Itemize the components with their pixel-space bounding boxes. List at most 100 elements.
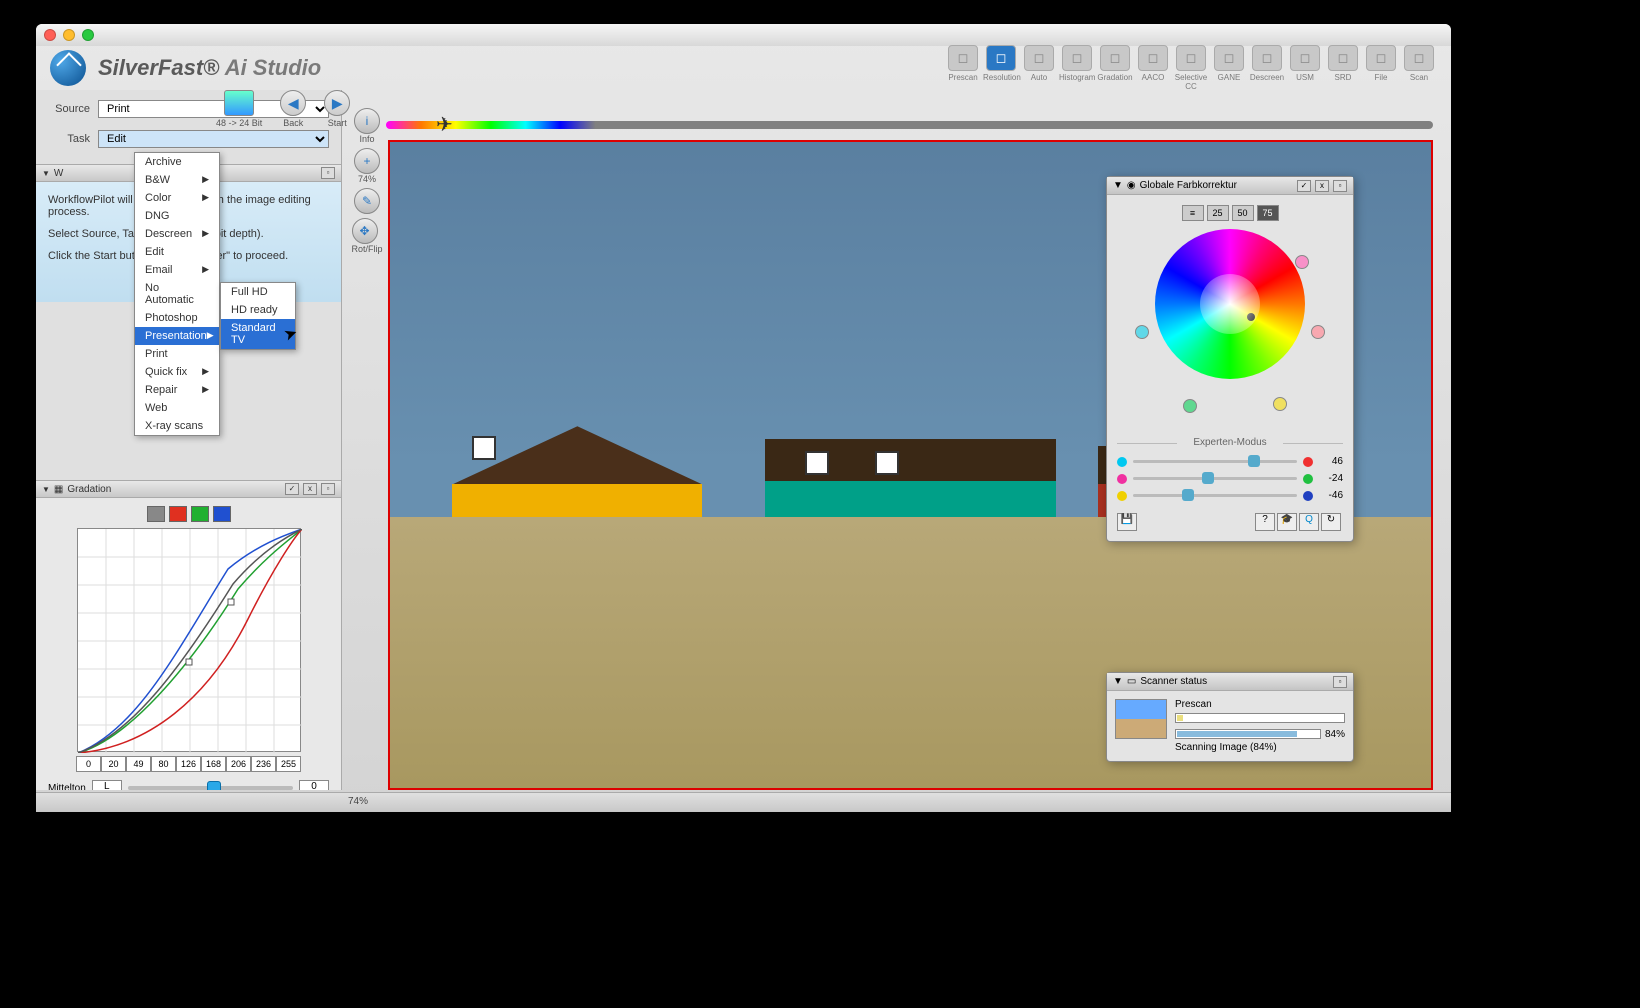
gradation-num[interactable]: 80 [151,756,176,772]
mittelton-slider[interactable] [128,786,293,790]
gcc-tab-≡[interactable]: ≡ [1182,205,1204,221]
color-wheel[interactable] [1155,229,1305,379]
swatch-green[interactable] [191,506,209,522]
gradation-num[interactable]: 0 [76,756,101,772]
menu-item-dng[interactable]: DNG [135,207,219,225]
handle-red[interactable] [1311,325,1325,339]
titlebar[interactable] [36,24,1451,46]
gcc-preset-tabs[interactable]: ≡255075 [1117,205,1343,221]
toolbar-auto[interactable]: ◻Auto [1021,45,1057,91]
swatch-blue[interactable] [213,506,231,522]
toolbar-scan[interactable]: ◻Scan [1401,45,1437,91]
toolbar-prescan[interactable]: ◻Prescan [945,45,981,91]
menu-item-b&w[interactable]: B&W▶ [135,171,219,189]
toolbar-file[interactable]: ◻File [1363,45,1399,91]
gradation-num[interactable]: 236 [251,756,276,772]
menu-item-repair[interactable]: Repair▶ [135,381,219,399]
toolbar-usm[interactable]: ◻USM [1287,45,1323,91]
toolbar-selective-cc[interactable]: ◻Selective CC [1173,45,1209,91]
bitdepth-indicator: 48 -> 24 Bit [216,90,262,128]
vtool-✎[interactable]: ✎ [354,188,380,214]
statusbar: 74% [36,792,1451,812]
back-button[interactable]: ◀Back [280,90,306,128]
menu-item-no-automatic[interactable]: No Automatic [135,279,219,309]
menu-item-archive[interactable]: Archive [135,153,219,171]
submenu-item-full-hd[interactable]: Full HD [221,283,295,301]
menu-item-photoshop[interactable]: Photoshop [135,309,219,327]
vtool-Info[interactable]: iInfo [354,108,380,144]
quicktime-icon[interactable]: Q [1299,513,1319,531]
task-submenu[interactable]: Full HDHD readyStandard TV [220,282,296,350]
disclosure-icon[interactable]: ▼ [42,485,50,494]
menu-item-presentation[interactable]: Presentation▶ [135,327,219,345]
gradation-num[interactable]: 168 [201,756,226,772]
maximize-icon[interactable] [82,29,94,41]
expand-icon[interactable]: ▫ [321,483,335,495]
close-icon[interactable] [44,29,56,41]
toolbar-aaco[interactable]: ◻AACO [1135,45,1171,91]
menu-item-web[interactable]: Web [135,399,219,417]
expand-icon[interactable]: ▫ [1333,180,1347,192]
toolbar-gradation[interactable]: ◻Gradation [1097,45,1133,91]
gradation-num[interactable]: 206 [226,756,251,772]
edu-icon[interactable]: 🎓 [1277,513,1297,531]
mittelton-mode[interactable]: L [92,780,122,790]
toolbar-histogram[interactable]: ◻Histogram [1059,45,1095,91]
handle-pink[interactable] [1295,255,1309,269]
menu-item-email[interactable]: Email▶ [135,261,219,279]
vtool-74%[interactable]: +74% [354,148,380,184]
menu-item-edit[interactable]: Edit [135,243,219,261]
swatch-gray[interactable] [147,506,165,522]
check-icon[interactable]: ✓ [285,483,299,495]
gradation-num[interactable]: 49 [126,756,151,772]
disclosure-icon[interactable]: ▼ [42,169,50,178]
vtool-Rot/Flip[interactable]: ✥Rot/Flip [352,218,383,254]
handle-yellow[interactable] [1273,397,1287,411]
gradation-num[interactable]: 126 [176,756,201,772]
menu-item-quick-fix[interactable]: Quick fix▶ [135,363,219,381]
gcc-slider[interactable]: 46 [1117,456,1343,467]
gcc-tab-75[interactable]: 75 [1257,205,1279,221]
progress-slider[interactable]: ✈ [386,116,1433,134]
menu-item-descreen[interactable]: Descreen▶ [135,225,219,243]
minimize-icon[interactable] [63,29,75,41]
close-panel-icon[interactable]: x [303,483,317,495]
help-icon[interactable]: ? [1255,513,1275,531]
save-preset-icon[interactable]: 💾 [1117,513,1137,531]
close-panel-icon[interactable]: x [1315,180,1329,192]
start-button[interactable]: ▶Start [324,90,350,128]
gcc-tab-25[interactable]: 25 [1207,205,1229,221]
swatch-red[interactable] [169,506,187,522]
color-picker-dot[interactable] [1247,313,1255,321]
gradation-swatches[interactable] [48,506,329,522]
handle-green[interactable] [1183,399,1197,413]
reset-icon[interactable]: ↻ [1321,513,1341,531]
toolbar-srd[interactable]: ◻SRD [1325,45,1361,91]
gradation-header[interactable]: ▼ ▦ Gradation ✓ x ▫ [36,480,341,498]
scanner-status-panel[interactable]: ▼ ▭ Scanner status ▫ Prescan 84% Scannin… [1106,672,1354,762]
toolbar-gane[interactable]: ◻GANE [1211,45,1247,91]
airplane-icon[interactable]: ✈ [436,112,453,137]
disclosure-icon[interactable]: ▼ [1113,180,1123,191]
task-select[interactable]: Edit [98,130,329,148]
gradation-curve[interactable] [77,528,301,752]
gcc-slider[interactable]: -24 [1117,473,1343,484]
gradation-num[interactable]: 255 [276,756,301,772]
toolbar-resolution[interactable]: ◻Resolution [983,45,1019,91]
task-menu[interactable]: ArchiveB&W▶Color▶DNGDescreen▶EditEmail▶N… [134,152,220,436]
panel-toggle-icon[interactable]: ▫ [321,167,335,179]
global-color-correction-panel[interactable]: ▼ ◉ Globale Farbkorrektur ✓ x ▫ ≡255075 [1106,176,1354,542]
menu-item-x-ray-scans[interactable]: X-ray scans [135,417,219,435]
menu-item-print[interactable]: Print [135,345,219,363]
menu-item-color[interactable]: Color▶ [135,189,219,207]
check-icon[interactable]: ✓ [1297,180,1311,192]
gcc-slider[interactable]: -46 [1117,490,1343,501]
submenu-item-hd-ready[interactable]: HD ready [221,301,295,319]
mittelton-value[interactable]: 0 [299,780,329,790]
expand-icon[interactable]: ▫ [1333,676,1347,688]
gcc-tab-50[interactable]: 50 [1232,205,1254,221]
handle-cyan[interactable] [1135,325,1149,339]
gradation-num[interactable]: 20 [101,756,126,772]
disclosure-icon[interactable]: ▼ [1113,676,1123,687]
toolbar-descreen[interactable]: ◻Descreen [1249,45,1285,91]
